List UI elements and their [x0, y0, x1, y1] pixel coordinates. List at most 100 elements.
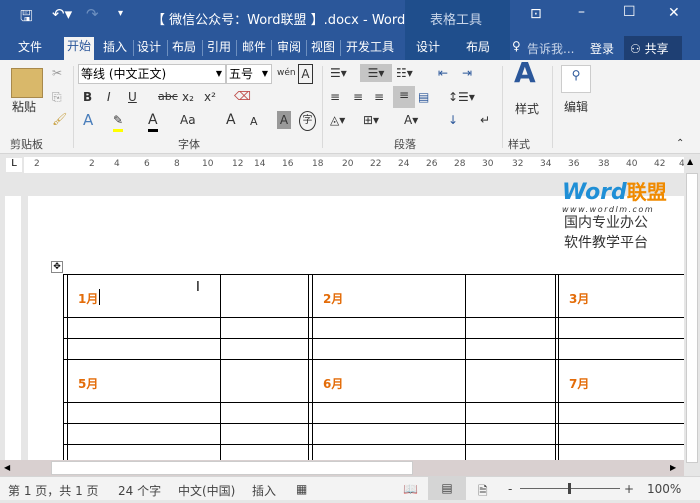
show-marks-icon[interactable]: ↵ — [480, 111, 490, 129]
tab-design[interactable]: 设计 — [134, 38, 164, 60]
tell-me-box[interactable]: 告诉我... — [527, 40, 574, 57]
save-icon[interactable]: 🖫 — [20, 6, 33, 31]
paste-button[interactable]: 粘贴 — [12, 98, 36, 116]
multilevel-list-icon[interactable]: ☷▾ — [396, 64, 413, 82]
bold-button[interactable]: B — [83, 88, 92, 106]
bullets-icon[interactable]: ☰▾ — [330, 64, 347, 82]
decrease-indent-icon[interactable]: ⇤ — [438, 64, 448, 82]
format-painter-icon[interactable]: 🖌 — [52, 110, 67, 128]
align-center-icon[interactable]: ≡ — [353, 88, 363, 106]
language[interactable]: 中文(中国) — [178, 482, 235, 499]
distributed-icon[interactable]: ▤ — [418, 88, 429, 106]
word-count[interactable]: 24 个字 — [118, 482, 161, 499]
tab-references[interactable]: 引用 — [204, 38, 234, 60]
char-shading-button[interactable]: A — [277, 111, 291, 129]
tab-view[interactable]: 视图 — [308, 38, 338, 60]
tab-developer[interactable]: 开发工具 — [343, 38, 397, 60]
justify-icon[interactable]: ≡ — [393, 86, 415, 108]
vertical-ruler[interactable] — [5, 196, 21, 460]
italic-button[interactable]: I — [107, 88, 111, 106]
numbering-icon[interactable]: ☰▾ — [360, 64, 392, 82]
scroll-thumb[interactable] — [686, 173, 698, 463]
text-effects-button[interactable]: A — [83, 111, 93, 129]
tab-insert[interactable]: 插入 — [100, 38, 130, 60]
undo-icon[interactable]: ↶▾ — [52, 5, 72, 23]
tab-home[interactable]: 开始 — [64, 37, 95, 60]
align-left-icon[interactable]: ≡ — [330, 88, 340, 106]
zoom-in-button[interactable]: + — [624, 482, 634, 496]
zoom-out-button[interactable]: - — [508, 482, 512, 496]
table-cell[interactable]: 2月 — [323, 290, 343, 307]
tab-mailings[interactable]: 邮件 — [239, 38, 269, 60]
chinese-layout-icon[interactable]: A▾ — [404, 111, 418, 129]
collapse-ribbon-icon[interactable]: ⌃ — [676, 135, 684, 153]
table-cell[interactable]: 1月 — [78, 290, 98, 307]
vertical-scrollbar[interactable]: ▲ — [684, 155, 700, 463]
maximize-button[interactable]: ☐ — [623, 4, 636, 20]
tab-table-layout[interactable]: 布局 — [463, 38, 493, 60]
highlight-icon[interactable]: ✎ — [113, 111, 124, 132]
copy-icon[interactable]: ⎘ — [52, 88, 62, 106]
zoom-level[interactable]: 100% — [647, 482, 681, 496]
sort-icon[interactable]: ↓ — [448, 111, 458, 129]
insert-mode[interactable]: 插入 — [252, 482, 276, 499]
increase-indent-icon[interactable]: ⇥ — [462, 64, 472, 82]
shading-icon[interactable]: ◬▾ — [330, 111, 345, 129]
scroll-right-icon[interactable]: ▶ — [670, 463, 676, 472]
redo-icon[interactable]: ↷ — [86, 5, 99, 23]
title-bar: 🖫 ↶▾ ↷ ▾ 【 微信公众号：Word联盟 】.docx - Word — [0, 0, 700, 33]
print-layout-icon[interactable]: ▤ — [428, 477, 466, 500]
borders-icon[interactable]: ⊞▾ — [363, 111, 379, 129]
styles-icon[interactable]: A — [514, 59, 536, 87]
table-move-handle[interactable]: ✥ — [51, 261, 63, 273]
tab-layout[interactable]: 布局 — [169, 38, 199, 60]
strikethrough-button[interactable]: abc — [158, 88, 178, 106]
table-cell[interactable]: 3月 — [569, 290, 589, 307]
scroll-thumb[interactable] — [51, 461, 413, 475]
table-cell[interactable]: 5月 — [78, 375, 98, 392]
horizontal-ruler[interactable]: 2246810121416182022242628303234363840424… — [24, 157, 690, 173]
divider — [202, 40, 203, 56]
clear-format-icon[interactable]: ⌫ — [234, 87, 251, 105]
line-spacing-icon[interactable]: ↕☰▾ — [448, 88, 475, 106]
tab-file[interactable]: 文件 — [15, 38, 45, 60]
grow-font-button[interactable]: A — [226, 111, 236, 129]
find-icon[interactable]: ⚲ — [561, 65, 591, 93]
ruler-tick: 32 — [512, 159, 524, 169]
horizontal-scrollbar[interactable]: ◀ ▶ — [0, 460, 684, 476]
subscript-button[interactable]: x₂ — [182, 88, 194, 106]
paste-icon[interactable] — [11, 68, 43, 98]
scroll-up-icon[interactable]: ▲ — [687, 157, 693, 166]
sign-in-link[interactable]: 登录 — [590, 40, 614, 57]
customize-qat-icon[interactable]: ▾ — [118, 8, 123, 19]
zoom-slider-thumb[interactable] — [568, 483, 571, 494]
cut-icon[interactable]: ✂ — [52, 64, 62, 82]
table-border — [63, 402, 684, 403]
tab-table-design[interactable]: 设计 — [413, 38, 443, 60]
minimize-button[interactable]: – — [578, 4, 585, 20]
table-cell[interactable]: 7月 — [569, 375, 589, 392]
close-button[interactable]: ✕ — [668, 5, 680, 21]
phonetic-guide-icon[interactable]: wén — [277, 64, 296, 82]
superscript-button[interactable]: x² — [204, 88, 216, 106]
align-right-icon[interactable]: ≡ — [374, 88, 384, 106]
scroll-left-icon[interactable]: ◀ — [4, 463, 10, 472]
underline-button[interactable]: U — [128, 88, 137, 106]
page-count[interactable]: 第 1 页，共 1 页 — [8, 482, 99, 499]
editing-button[interactable]: 编辑 — [564, 98, 588, 116]
styles-button[interactable]: 样式 — [515, 100, 539, 118]
share-button[interactable]: ⚇ 共享 — [624, 36, 682, 60]
shrink-font-button[interactable]: A — [250, 113, 258, 131]
ribbon-display-icon[interactable]: ⊡ — [530, 6, 542, 22]
char-border-icon[interactable]: A — [298, 64, 313, 84]
font-size-select[interactable]: 五号 ▼ — [226, 64, 272, 84]
font-name-select[interactable]: 等线 (中文正文) ▼ — [78, 64, 226, 84]
tab-review[interactable]: 审阅 — [274, 38, 304, 60]
read-mode-icon[interactable]: 📖 — [403, 482, 418, 496]
enclose-chars-button[interactable]: 字 — [299, 111, 316, 131]
tab-selector[interactable]: L — [6, 158, 22, 172]
change-case-button[interactable]: Aa — [180, 111, 196, 129]
table-cell[interactable]: 6月 — [323, 375, 343, 392]
macro-icon[interactable]: ▦ — [296, 482, 307, 496]
font-color-button[interactable]: A — [148, 111, 158, 132]
